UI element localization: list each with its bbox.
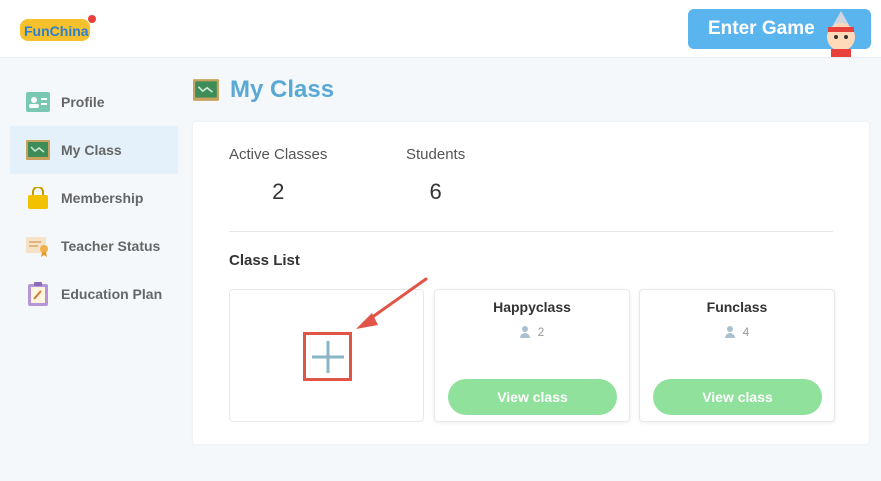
sidebar-item-label: Membership (61, 190, 144, 206)
students-stat: Students 6 (406, 146, 465, 205)
shopping-bag-icon (26, 186, 50, 210)
plus-icon (311, 340, 344, 373)
enter-game-button[interactable]: Enter Game (688, 9, 871, 57)
class-list-title: Class List (229, 252, 300, 269)
active-classes-stat: Active Classes 2 (229, 146, 327, 205)
class-name: Funclass (706, 299, 768, 315)
mascot-icon (827, 11, 855, 57)
sidebar-item-education-plan[interactable]: Education Plan (10, 270, 178, 318)
sidebar-item-label: Profile (61, 94, 105, 110)
class-panel: Active Classes 2 Students 6 Class List H… (193, 122, 869, 444)
sidebar-item-teacher-status[interactable]: Teacher Status (10, 222, 178, 270)
page-title: My Class (230, 76, 335, 103)
divider (229, 231, 833, 232)
sidebar: Profile My Class Membership Teacher Stat… (10, 78, 178, 318)
top-bar: FunChina Enter Game (0, 0, 881, 58)
class-name: Happyclass (493, 299, 571, 315)
enter-game-label: Enter Game (708, 18, 815, 39)
profile-card-icon (26, 90, 50, 114)
chalkboard-icon (193, 77, 219, 103)
certificate-icon (26, 234, 50, 258)
students-value: 6 (429, 179, 442, 204)
sidebar-item-label: Education Plan (61, 286, 163, 302)
sidebar-item-label: Teacher Status (61, 238, 161, 254)
add-class-card[interactable] (229, 289, 424, 422)
view-class-button[interactable]: View class (448, 379, 617, 415)
active-classes-label: Active Classes (229, 146, 328, 163)
view-class-button[interactable]: View class (653, 379, 822, 415)
students-label: Students (406, 146, 466, 163)
class-card-happyclass: Happyclass 2 View class (434, 289, 630, 422)
sidebar-item-my-class[interactable]: My Class (10, 126, 178, 174)
funchina-logo[interactable]: FunChina (18, 13, 96, 47)
class-card-funclass: Funclass 4 View class (639, 289, 835, 422)
student-count-value: 2 (537, 325, 545, 339)
sidebar-item-membership[interactable]: Membership (10, 174, 178, 222)
sidebar-item-profile[interactable]: Profile (10, 78, 178, 126)
person-icon (519, 326, 530, 338)
svg-text:FunChina: FunChina (24, 23, 89, 39)
clipboard-icon (26, 282, 50, 306)
page-header: My Class (193, 76, 334, 104)
active-classes-value: 2 (272, 179, 285, 204)
student-count: 4 (640, 325, 834, 339)
student-count: 2 (435, 325, 629, 339)
student-count-value: 4 (742, 325, 750, 339)
sidebar-item-label: My Class (61, 142, 122, 158)
chalkboard-icon (26, 138, 50, 162)
add-class-highlight[interactable] (303, 332, 352, 381)
person-icon (724, 326, 735, 338)
